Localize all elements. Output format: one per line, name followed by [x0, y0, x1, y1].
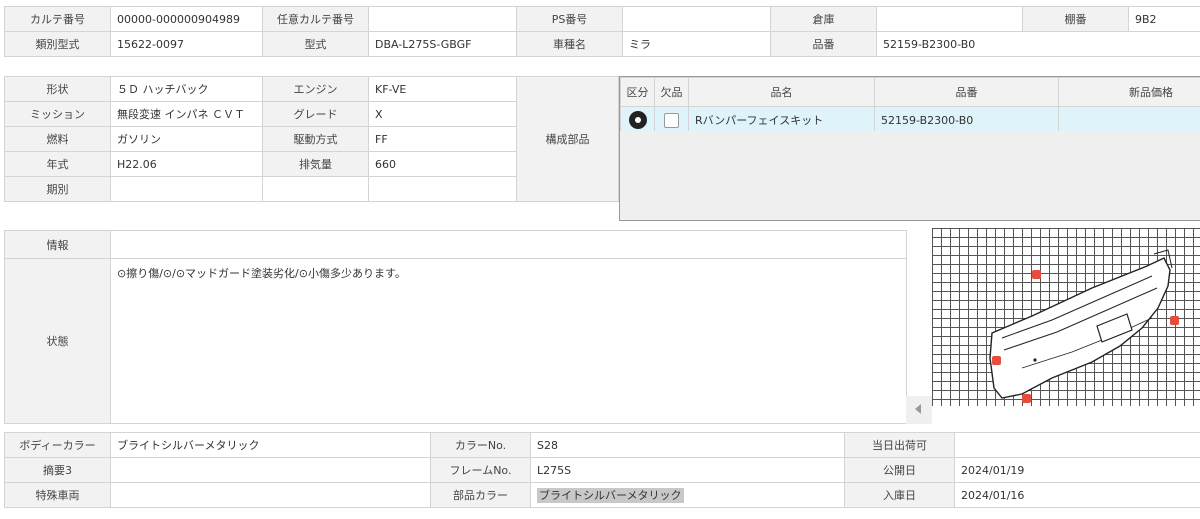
part-price	[1058, 106, 1200, 134]
buhin-color-cell: ブライトシルバーメタリック	[530, 482, 845, 508]
col-price: 新品価格	[1058, 77, 1200, 107]
keppin-checkbox[interactable]	[664, 112, 679, 128]
karte-no-label: カルテ番号	[4, 6, 111, 32]
tana-label: 棚番	[1022, 6, 1129, 32]
engine-value: KF-VE	[368, 76, 517, 102]
damage-marker-4[interactable]	[1022, 394, 1031, 403]
ps-label: PS番号	[516, 6, 623, 32]
tokushu-label: 特殊車両	[4, 482, 111, 508]
buhin-color-value: ブライトシルバーメタリック	[537, 488, 684, 503]
haikiryou-value: 660	[368, 151, 517, 177]
empty-cell	[368, 176, 517, 202]
kousei-label: 構成部品	[516, 76, 619, 202]
empty-cell	[262, 176, 369, 202]
karte-no-value: 00000-000000904989	[110, 6, 263, 32]
keijou-label: 形状	[4, 76, 111, 102]
header-table: カルテ番号 00000-000000904989 任意カルテ番号 PS番号 倉庫…	[4, 6, 1200, 57]
koukai-value: 2024/01/19	[954, 457, 1200, 483]
mission-label: ミッション	[4, 101, 111, 127]
spec-table: 形状 ５Ｄ ハッチバック エンジン KF-VE 構成部品 ミッション 無段変速 …	[4, 76, 619, 202]
keppin-cell	[654, 106, 689, 134]
kudou-value: FF	[368, 126, 517, 152]
nyuuko-value: 2024/01/16	[954, 482, 1200, 508]
hinban-value: 52159-B2300-B0	[876, 31, 1200, 57]
color-no-label: カラーNo.	[430, 432, 531, 458]
scroll-left-button[interactable]	[906, 396, 932, 424]
hinban-label: 品番	[770, 31, 877, 57]
col-keppin: 欠品	[654, 77, 689, 107]
parts-table: 区分 欠品 品名 品番 新品価格 Rバンパーフェイスキット 52159-B230…	[620, 77, 1200, 134]
parts-empty-area	[620, 131, 1200, 220]
part-number: 52159-B2300-B0	[874, 106, 1059, 134]
koukai-label: 公開日	[844, 457, 955, 483]
katashiki-label: 型式	[262, 31, 369, 57]
info-table: 情報 状態 ⊙擦り傷/⊙/⊙マッドガード塗装劣化/⊙小傷多少あります。	[4, 230, 907, 424]
disc-icon[interactable]	[628, 111, 647, 129]
damage-diagram	[932, 228, 1200, 406]
nini-karte-label: 任意カルテ番号	[262, 6, 369, 32]
haikiryou-label: 排気量	[262, 151, 369, 177]
tekiyou3-label: 摘要3	[4, 457, 111, 483]
grade-value: X	[368, 101, 517, 127]
table-row[interactable]: Rバンパーフェイスキット 52159-B2300-B0	[620, 106, 1200, 134]
shashu-value: ミラ	[622, 31, 771, 57]
joho-label: 情報	[4, 230, 111, 259]
tekiyou3-value	[110, 457, 431, 483]
part-name: Rバンパーフェイスキット	[688, 106, 875, 134]
nyuuko-label: 入庫日	[844, 482, 955, 508]
kudou-label: 駆動方式	[262, 126, 369, 152]
grade-label: グレード	[262, 101, 369, 127]
body-color-label: ボディーカラー	[4, 432, 111, 458]
joho-value	[110, 230, 907, 259]
nenryou-label: 燃料	[4, 126, 111, 152]
engine-label: エンジン	[262, 76, 369, 102]
damage-marker-1[interactable]	[1032, 270, 1041, 279]
ps-value	[622, 6, 771, 32]
frame-label: フレームNo.	[430, 457, 531, 483]
kibetsu-value	[110, 176, 263, 202]
arrow-left-icon	[915, 404, 921, 414]
buhin-color-label: 部品カラー	[430, 482, 531, 508]
toujitsu-value	[954, 432, 1200, 458]
bumper-drawing	[989, 249, 1173, 399]
col-hinmei: 品名	[688, 77, 875, 107]
col-kubun: 区分	[620, 77, 655, 107]
kubun-cell	[620, 106, 655, 134]
col-hinban: 品番	[874, 77, 1059, 107]
color-no-value: S28	[530, 432, 845, 458]
body-color-value: ブライトシルバーメタリック	[110, 432, 431, 458]
damage-marker-2[interactable]	[1170, 316, 1179, 325]
ruibetsu-value: 15622-0097	[110, 31, 263, 57]
shashu-label: 車種名	[516, 31, 623, 57]
nenryou-value: ガソリン	[110, 126, 263, 152]
katashiki-value: DBA-L275S-GBGF	[368, 31, 517, 57]
tana-value: 9B2	[1128, 6, 1200, 32]
joutai-value: ⊙擦り傷/⊙/⊙マッドガード塗装劣化/⊙小傷多少あります。	[110, 258, 907, 424]
kibetsu-label: 期別	[4, 176, 111, 202]
nenshiki-value: H22.06	[110, 151, 263, 177]
toujitsu-label: 当日出荷可	[844, 432, 955, 458]
ruibetsu-label: 類別型式	[4, 31, 111, 57]
tokushu-value	[110, 482, 431, 508]
nini-karte-value	[368, 6, 517, 32]
souko-value	[876, 6, 1023, 32]
mission-value: 無段変速 インパネ ＣＶＴ	[110, 101, 263, 127]
nenshiki-label: 年式	[4, 151, 111, 177]
joutai-label: 状態	[4, 258, 111, 424]
frame-value: L275S	[530, 457, 845, 483]
parts-panel: 区分 欠品 品名 品番 新品価格 Rバンパーフェイスキット 52159-B230…	[619, 76, 1200, 221]
souko-label: 倉庫	[770, 6, 877, 32]
keijou-value: ５Ｄ ハッチバック	[110, 76, 263, 102]
damage-marker-3[interactable]	[992, 356, 1001, 365]
bottom-table: ボディーカラー ブライトシルバーメタリック カラーNo. S28 当日出荷可 摘…	[4, 432, 1200, 508]
